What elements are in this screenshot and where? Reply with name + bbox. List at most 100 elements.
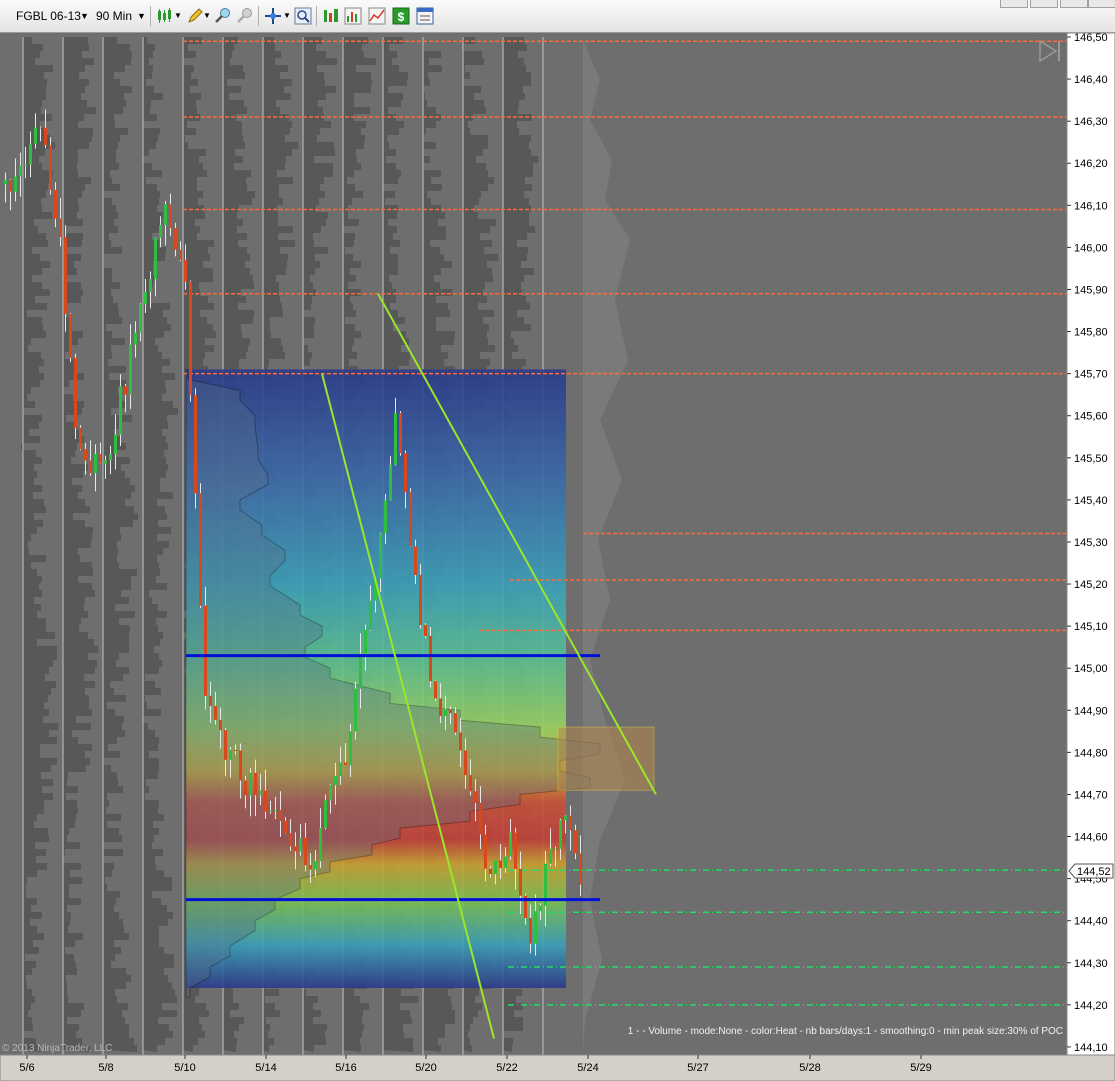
candle-body bbox=[159, 224, 162, 238]
candle-body bbox=[59, 218, 62, 237]
maximize-button[interactable] bbox=[1030, 0, 1058, 8]
x-tick-label: 5/8 bbox=[98, 1062, 113, 1074]
pencil-icon[interactable] bbox=[186, 7, 204, 25]
magnify-icon[interactable] bbox=[294, 7, 312, 25]
close-button[interactable] bbox=[1088, 0, 1115, 8]
crosshair-icon[interactable] bbox=[264, 7, 282, 25]
candle-body bbox=[89, 460, 92, 474]
candle-body bbox=[504, 856, 507, 869]
candle-body bbox=[434, 681, 437, 699]
crosshair-dropdown-icon[interactable]: ▼ bbox=[283, 6, 291, 26]
y-tick-label: 144,80 bbox=[1074, 747, 1108, 759]
y-tick-label: 146,30 bbox=[1074, 116, 1108, 128]
interval-selector[interactable]: 90 Min bbox=[96, 6, 132, 26]
candle-body bbox=[284, 820, 287, 833]
instrument-selector[interactable]: FGBL 06-13 bbox=[16, 6, 81, 26]
zoom-out-icon[interactable] bbox=[236, 7, 254, 25]
minimize-button[interactable] bbox=[1000, 0, 1028, 8]
candle-body bbox=[539, 905, 542, 912]
candle-body bbox=[549, 848, 552, 864]
indicator-icon[interactable] bbox=[344, 7, 362, 25]
y-tick-label: 144,30 bbox=[1074, 958, 1108, 970]
candle-body bbox=[459, 732, 462, 751]
candle-body bbox=[149, 279, 152, 293]
candle-body bbox=[139, 304, 142, 333]
properties-icon[interactable] bbox=[416, 7, 434, 25]
candle-body bbox=[214, 705, 217, 720]
candle-body bbox=[244, 780, 247, 796]
pencil-dropdown-icon[interactable]: ▼ bbox=[203, 6, 211, 26]
candle-body bbox=[389, 464, 392, 501]
candlestick-icon[interactable] bbox=[156, 7, 174, 25]
candle-body bbox=[264, 790, 267, 812]
candle-body bbox=[174, 227, 177, 250]
toolbar-separator bbox=[150, 6, 151, 26]
x-tick-label: 5/20 bbox=[415, 1062, 436, 1074]
candle-body bbox=[554, 848, 557, 850]
candle-body bbox=[99, 453, 102, 464]
y-tick-label: 144,40 bbox=[1074, 916, 1108, 928]
candle-body bbox=[499, 860, 502, 869]
dollar-icon[interactable]: $ bbox=[392, 7, 410, 25]
y-tick-label: 144,90 bbox=[1074, 705, 1108, 717]
candle-body bbox=[179, 249, 182, 260]
zoom-in-icon[interactable] bbox=[214, 7, 232, 25]
candle-body bbox=[484, 834, 487, 869]
interval-dropdown-icon[interactable]: ▼ bbox=[137, 6, 146, 26]
candle-body bbox=[359, 653, 362, 689]
candle-body bbox=[494, 860, 497, 875]
price-chart[interactable]: 146,50 146,40 146,30 146,20 146,10 146,00 145,… bbox=[0, 33, 1115, 1081]
candle-body bbox=[559, 820, 562, 849]
candle-body bbox=[339, 762, 342, 777]
svg-text:$: $ bbox=[398, 10, 405, 24]
indicator-footer-label: 1 - - Volume - mode:None - color:Heat - … bbox=[628, 1026, 1063, 1037]
y-tick-label: 145,60 bbox=[1074, 411, 1108, 423]
candle-body bbox=[364, 629, 367, 654]
x-tick-label: 5/14 bbox=[255, 1062, 276, 1074]
candle-body bbox=[209, 695, 212, 706]
candle-body bbox=[509, 832, 512, 857]
candle-body bbox=[294, 846, 297, 852]
candle-body bbox=[574, 830, 577, 854]
candle-body bbox=[274, 809, 277, 812]
candle-body bbox=[224, 730, 227, 760]
strategy-icon[interactable] bbox=[322, 7, 340, 25]
restore-button[interactable] bbox=[1060, 0, 1088, 8]
candle-body bbox=[464, 750, 467, 776]
candle-body bbox=[189, 281, 192, 396]
candle-body bbox=[404, 453, 407, 493]
candle-body bbox=[399, 413, 402, 454]
candle-body bbox=[479, 802, 482, 835]
candle-body bbox=[369, 600, 372, 630]
candle-body bbox=[4, 179, 7, 185]
candle-body bbox=[489, 868, 492, 875]
candle-body bbox=[349, 731, 352, 766]
y-tick-label: 145,50 bbox=[1074, 453, 1108, 465]
candle-body bbox=[414, 546, 417, 575]
x-tick-label: 5/29 bbox=[910, 1062, 931, 1074]
toolbar-separator bbox=[316, 6, 317, 26]
y-tick-label: 145,40 bbox=[1074, 495, 1108, 507]
candle-body bbox=[129, 344, 132, 395]
x-tick-label: 5/24 bbox=[577, 1062, 598, 1074]
candle-body bbox=[449, 709, 452, 714]
candle-body bbox=[519, 868, 522, 896]
candle-body bbox=[454, 713, 457, 733]
instrument-dropdown-icon[interactable]: ▼ bbox=[80, 6, 89, 26]
candle-body bbox=[194, 395, 197, 494]
x-tick-label: 5/28 bbox=[799, 1062, 820, 1074]
candle-body bbox=[199, 493, 202, 606]
y-tick-label: 145,20 bbox=[1074, 579, 1108, 591]
x-tick-label: 5/6 bbox=[19, 1062, 34, 1074]
candle-body bbox=[254, 772, 257, 796]
x-tick-label: 5/27 bbox=[687, 1062, 708, 1074]
chart-style-icon[interactable] bbox=[368, 7, 386, 25]
candlestick-dropdown-icon[interactable]: ▼ bbox=[174, 6, 182, 26]
candle-body bbox=[44, 127, 47, 146]
candle-body bbox=[424, 624, 427, 636]
candle-body bbox=[529, 917, 532, 944]
candle-body bbox=[269, 811, 272, 813]
copyright-label: © 2013 NinjaTrader, LLC bbox=[2, 1043, 112, 1054]
candle-body bbox=[19, 165, 22, 177]
x-tick-label: 5/10 bbox=[174, 1062, 195, 1074]
